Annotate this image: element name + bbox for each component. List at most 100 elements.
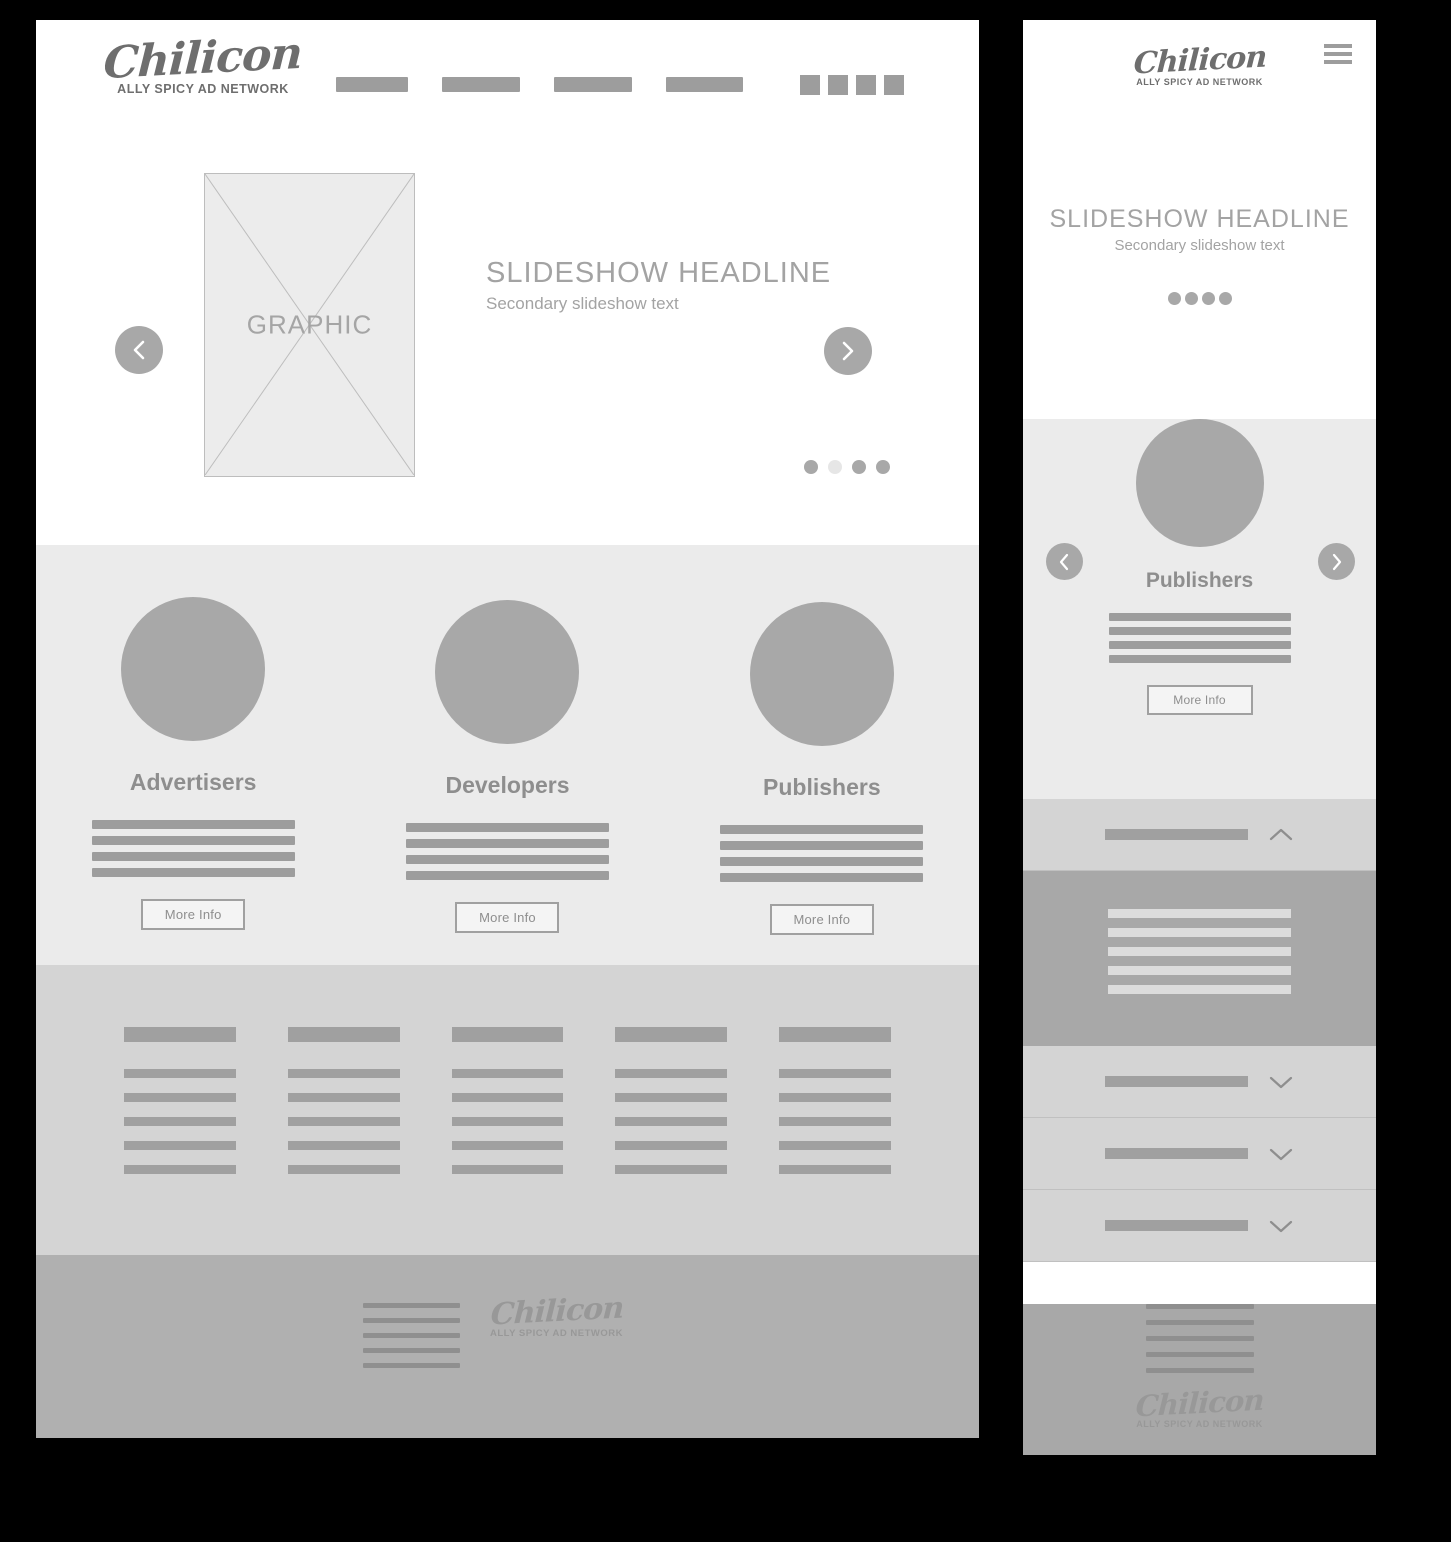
- social-icon-4[interactable]: [884, 75, 904, 95]
- more-info-button[interactable]: More Info: [1146, 685, 1253, 715]
- pagination-dot-1[interactable]: [804, 460, 818, 474]
- footer-logo[interactable]: Chilicon ALLY SPICY AD NETWORK: [489, 1290, 624, 1339]
- more-info-button[interactable]: More Info: [455, 902, 560, 933]
- nav-item-1[interactable]: [336, 77, 408, 92]
- panel-line[interactable]: [1108, 947, 1291, 956]
- footer-link[interactable]: [451, 1093, 564, 1102]
- text-line: [405, 839, 609, 848]
- nav-item-3[interactable]: [554, 77, 632, 92]
- footer-link[interactable]: [124, 1117, 236, 1126]
- text-line: [1145, 1352, 1254, 1357]
- graphic-label: GRAPHIC: [246, 309, 373, 340]
- footer-column-heading: [451, 1027, 564, 1042]
- footer-link[interactable]: [124, 1141, 236, 1150]
- footer-link[interactable]: [124, 1069, 236, 1078]
- chevron-down-icon: [1269, 1220, 1293, 1232]
- footer-link[interactable]: [451, 1069, 564, 1078]
- footer-link[interactable]: [615, 1141, 728, 1150]
- footer-link[interactable]: [615, 1117, 728, 1126]
- text-line: [363, 1303, 460, 1308]
- panel-line[interactable]: [1108, 985, 1291, 994]
- footer-link[interactable]: [287, 1093, 400, 1102]
- footer-logo[interactable]: Chilicon ALLY SPICY AD NETWORK: [1023, 1382, 1376, 1429]
- social-icon-2[interactable]: [828, 75, 848, 95]
- footer-link[interactable]: [451, 1165, 564, 1174]
- footer-link[interactable]: [779, 1117, 891, 1126]
- footer-link[interactable]: [287, 1165, 400, 1174]
- chevron-up-icon: [1269, 828, 1293, 840]
- footer-column-heading: [779, 1027, 891, 1042]
- footer-link-column: [451, 1027, 564, 1189]
- logo-wordmark: Chilicon: [1134, 1382, 1265, 1424]
- social-icon-1[interactable]: [800, 75, 820, 95]
- menu-line: [1324, 60, 1352, 64]
- panel-line[interactable]: [1108, 928, 1291, 937]
- chevron-left-icon: [133, 340, 145, 360]
- footer-text-lines: [1145, 1304, 1254, 1373]
- pagination-dot-2[interactable]: [1184, 292, 1198, 305]
- footer-link[interactable]: [779, 1141, 891, 1150]
- slideshow-text-block: SLIDESHOW HEADLINE Secondary slideshow t…: [486, 257, 831, 314]
- footer-link[interactable]: [287, 1141, 400, 1150]
- carousel-next-button[interactable]: [1318, 543, 1355, 580]
- footer-link[interactable]: [779, 1165, 891, 1174]
- nav-item-4[interactable]: [666, 77, 743, 92]
- footer-link[interactable]: [615, 1093, 728, 1102]
- pagination-dot-4[interactable]: [876, 460, 890, 474]
- pagination-dot-1[interactable]: [1167, 292, 1181, 305]
- footer-link[interactable]: [451, 1117, 564, 1126]
- slideshow-subtext: Secondary slideshow text: [486, 294, 679, 313]
- feature-card-publishers: Publishers More Info: [665, 545, 979, 965]
- text-line: [1108, 641, 1291, 649]
- footer-link[interactable]: [124, 1093, 236, 1102]
- footer-link[interactable]: [451, 1141, 564, 1150]
- more-info-button[interactable]: More Info: [769, 904, 874, 935]
- panel-line[interactable]: [1108, 909, 1291, 918]
- accordion-row-2[interactable]: [1023, 1046, 1376, 1118]
- main-navigation: [336, 77, 743, 92]
- panel-line[interactable]: [1108, 966, 1291, 975]
- feature-title: Advertisers: [129, 769, 257, 795]
- slideshow-pagination: [1023, 292, 1376, 305]
- carousel-prev-button[interactable]: [1046, 543, 1083, 580]
- footer-link[interactable]: [615, 1165, 728, 1174]
- slideshow-next-button[interactable]: [824, 327, 872, 375]
- text-line: [1145, 1368, 1254, 1373]
- slideshow-prev-button[interactable]: [115, 326, 163, 374]
- chevron-right-icon: [842, 341, 854, 361]
- logo-tagline: ALLY SPICY AD NETWORK: [1136, 1419, 1263, 1429]
- footer-link[interactable]: [124, 1165, 236, 1174]
- footer-link[interactable]: [287, 1069, 400, 1078]
- slideshow-pagination: [804, 460, 890, 474]
- accordion-row-4[interactable]: [1023, 1190, 1376, 1262]
- logo-wordmark: Chilicon: [102, 27, 304, 90]
- accordion-panel-1: [1023, 871, 1376, 1046]
- nav-item-2[interactable]: [442, 77, 520, 92]
- footer-link[interactable]: [287, 1117, 400, 1126]
- more-info-button[interactable]: More Info: [141, 899, 246, 930]
- text-line: [363, 1348, 460, 1353]
- footer-column-heading: [287, 1027, 400, 1042]
- pagination-dot-3[interactable]: [852, 460, 866, 474]
- footer-link[interactable]: [615, 1069, 728, 1078]
- wireframe-canvas: Chilicon ALLY SPICY AD NETWORK GRAPHIC S…: [0, 0, 1451, 1542]
- pagination-dot-2[interactable]: [828, 460, 842, 474]
- social-icon-3[interactable]: [856, 75, 876, 95]
- pagination-dot-4[interactable]: [1218, 292, 1232, 305]
- logo-wordmark: Chilicon: [489, 1290, 624, 1333]
- menu-line: [1324, 52, 1352, 56]
- footer-link[interactable]: [779, 1069, 891, 1078]
- site-logo[interactable]: Chilicon ALLY SPICY AD NETWORK: [93, 28, 313, 96]
- hamburger-menu-icon[interactable]: [1324, 44, 1352, 68]
- text-line: [720, 857, 924, 866]
- chevron-down-icon: [1269, 1148, 1293, 1160]
- accordion-row-3[interactable]: [1023, 1118, 1376, 1190]
- footer-link[interactable]: [779, 1093, 891, 1102]
- accordion-row-1[interactable]: [1023, 799, 1376, 871]
- pagination-dot-3[interactable]: [1201, 292, 1215, 305]
- feature-text-lines: [405, 823, 609, 880]
- feature-text-lines: [91, 820, 295, 877]
- footer-link-column: [124, 1027, 236, 1189]
- slideshow-subtext: Secondary slideshow text: [1114, 237, 1285, 254]
- feature-text-lines: [720, 825, 924, 882]
